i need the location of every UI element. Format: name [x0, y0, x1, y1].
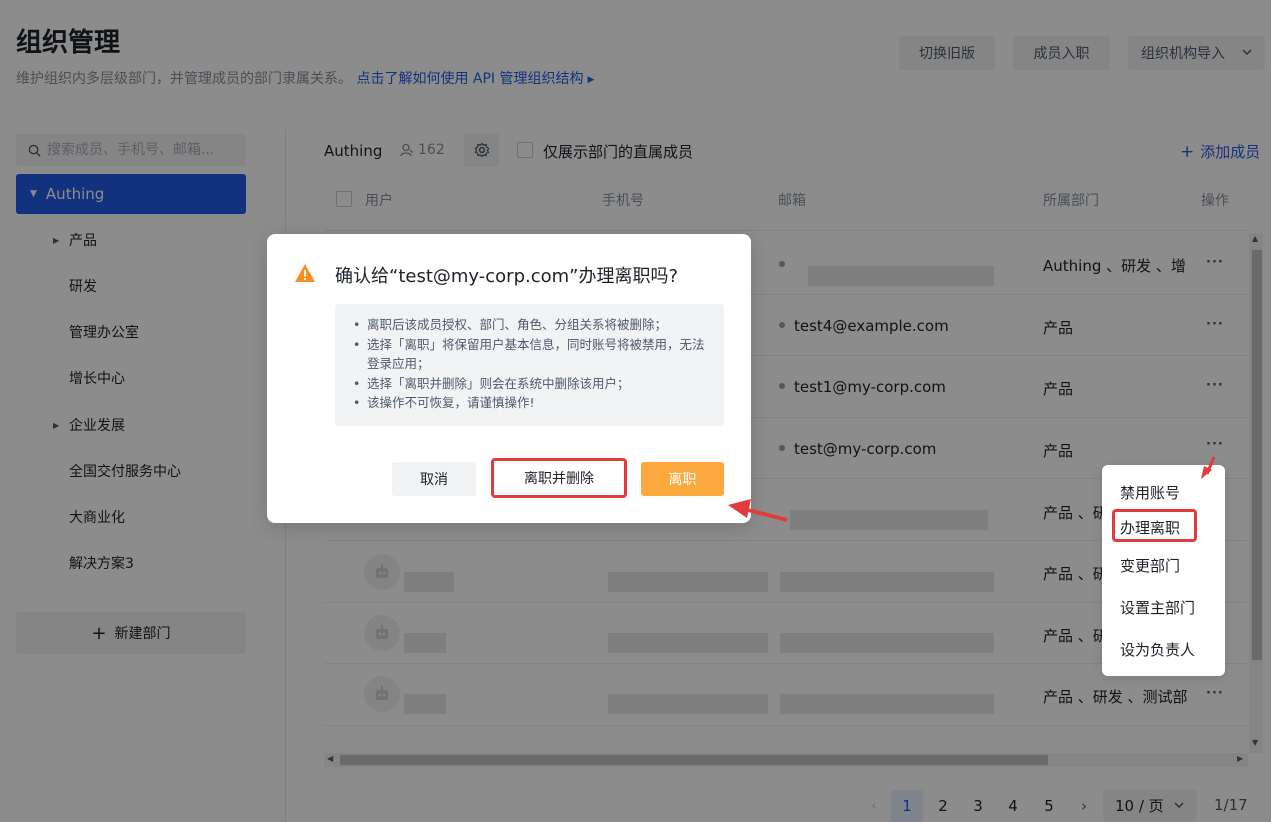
- annotation-arrow-to-dialog: [747, 508, 788, 522]
- annotation-arrows: [728, 456, 1216, 522]
- annotation-arrowhead-dialog: [728, 499, 751, 518]
